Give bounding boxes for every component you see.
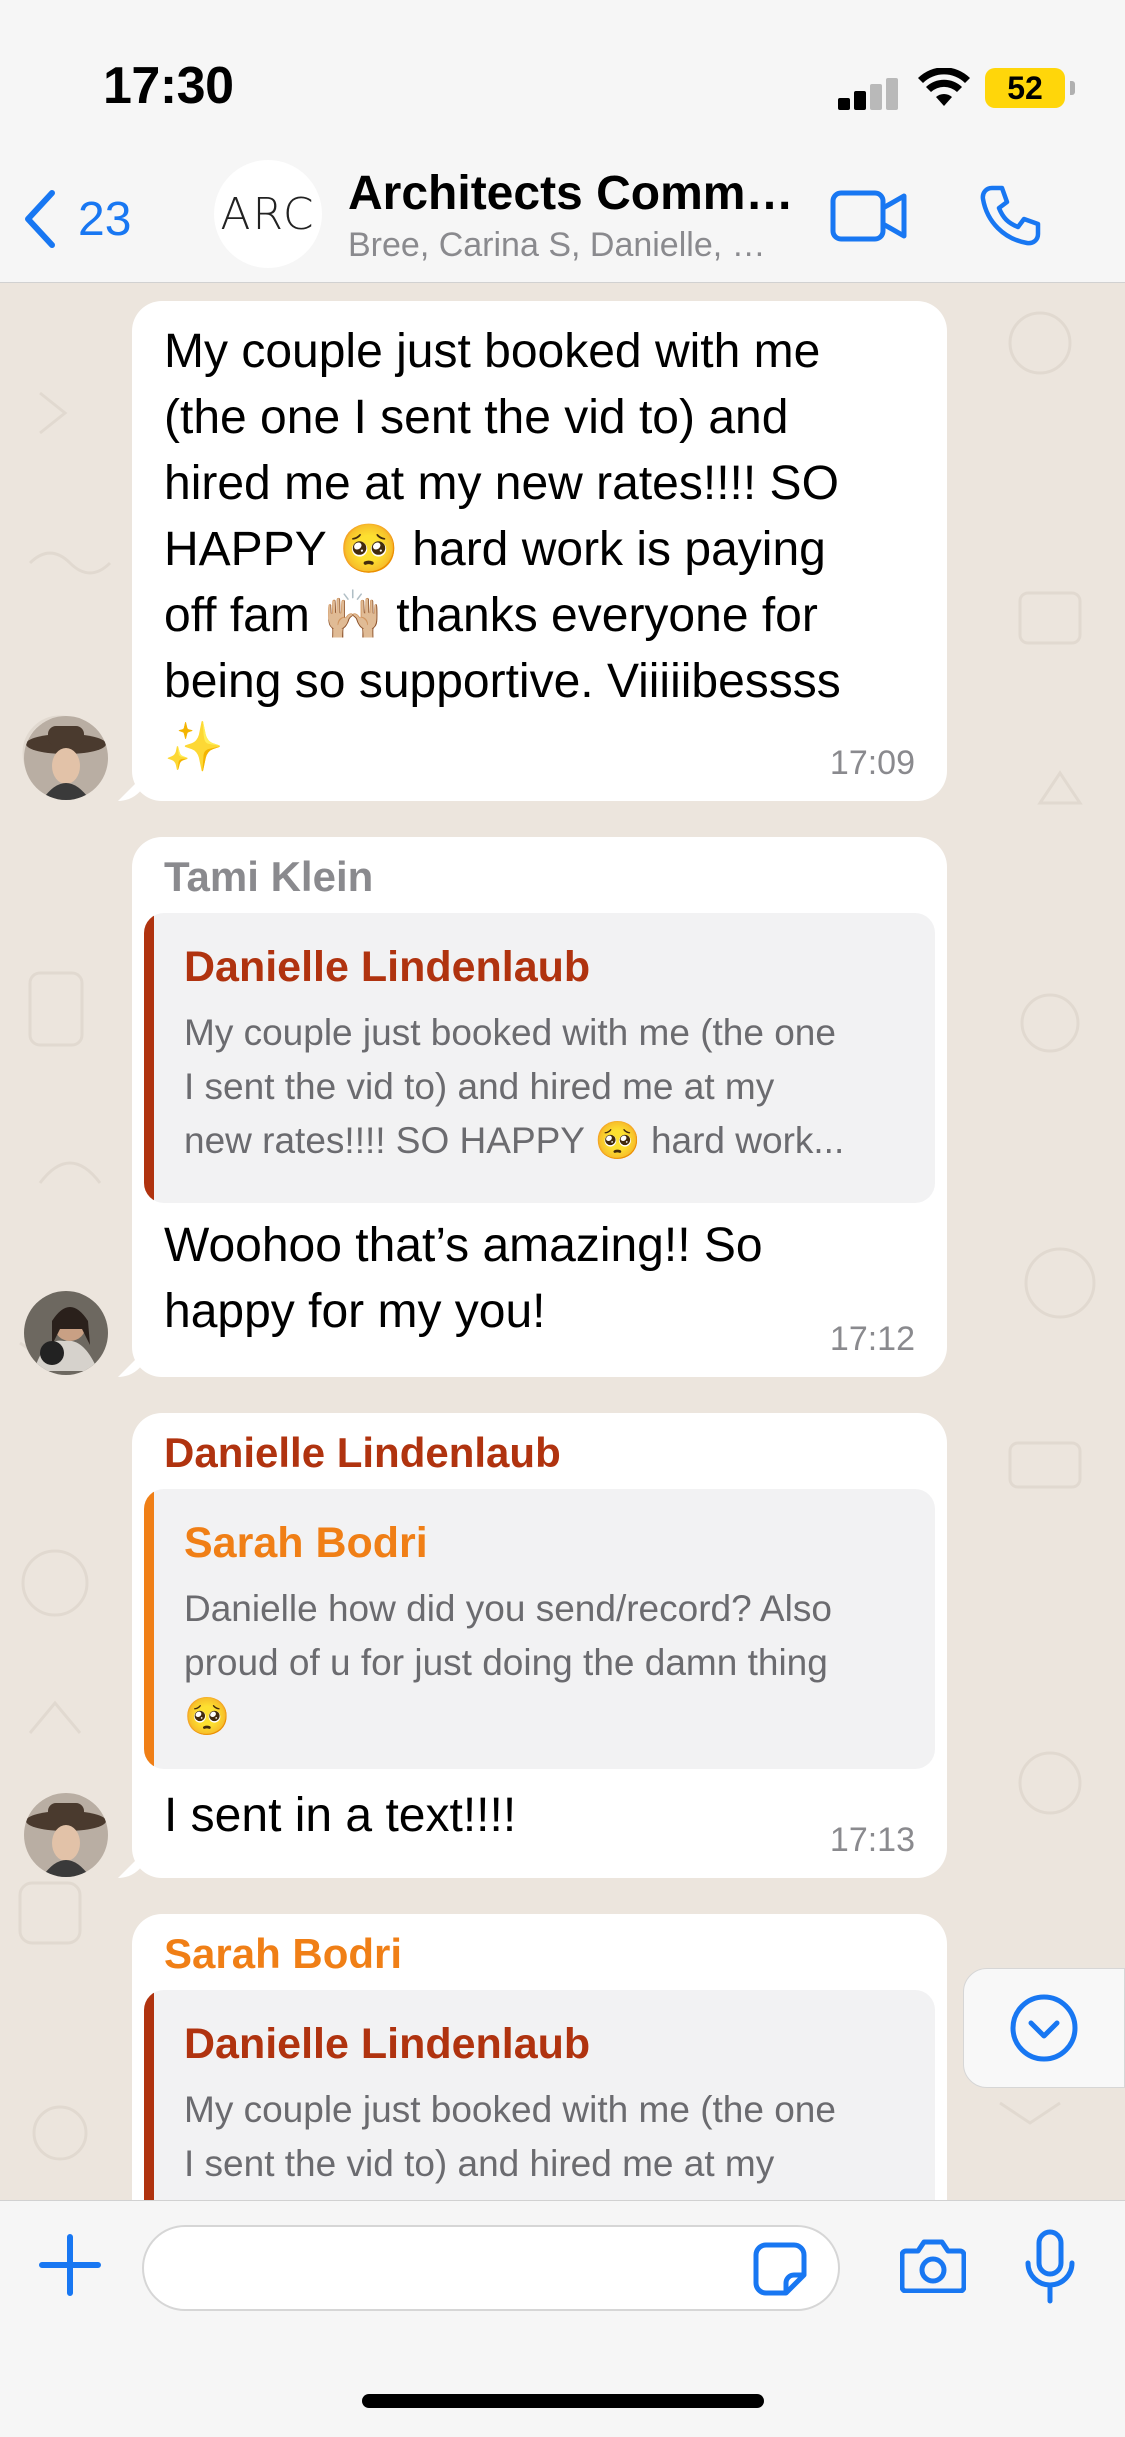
quote-line: Danielle how did you send/record? Also <box>184 1588 832 1629</box>
quoted-sender: Sarah Bodri <box>184 1519 428 1567</box>
message-text: My couple just booked with me (the one I… <box>132 301 947 781</box>
video-camera-icon <box>830 190 907 242</box>
wifi-icon <box>918 67 970 113</box>
quote-line: My couple just booked with me (the one <box>184 1012 836 1053</box>
sender-name: Sarah Bodri <box>164 1930 403 1977</box>
message-text: Woohoo that’s amazing!! So happy for my … <box>132 1203 947 1345</box>
chevron-left-icon <box>25 190 55 248</box>
quoted-sender: Danielle Lindenlaub <box>184 2020 591 2068</box>
chat-participants[interactable]: Bree, Carina S, Danielle, Sarah, Tami <box>348 226 788 265</box>
avatar-danielle[interactable] <box>24 1793 108 1877</box>
quote-bar <box>144 1489 154 1769</box>
plus-icon <box>39 2234 101 2296</box>
cellular-signal-icon <box>838 78 898 110</box>
message-composer <box>0 2200 1125 2437</box>
message-bubble[interactable]: Danielle Lindenlaub Sarah Bodri Danielle… <box>132 1413 947 1878</box>
quoted-text: Danielle how did you send/record? Also p… <box>144 1568 935 1744</box>
message-input[interactable] <box>142 2225 840 2311</box>
quoted-message[interactable]: Danielle Lindenlaub My couple just booke… <box>144 913 935 1203</box>
message-line: happy for my you! <box>164 1285 546 1338</box>
sender-name: Tami Klein <box>164 853 374 900</box>
message-line: HAPPY 🥺 hard work is paying <box>164 523 826 576</box>
quoted-text: My couple just booked with me (the one I… <box>144 992 935 1168</box>
message-line: off fam 🙌🏼 thanks everyone for <box>164 589 818 642</box>
message-text: I sent in a text!!!! <box>132 1769 947 1849</box>
message-line: Woohoo that’s amazing!! So <box>164 1219 763 1272</box>
group-avatar[interactable]: ARC <box>214 160 322 268</box>
scroll-to-bottom-button[interactable] <box>963 1968 1125 2088</box>
voice-call-button[interactable] <box>978 184 1042 253</box>
quote-bar <box>144 1990 154 2200</box>
attach-button[interactable] <box>38 2233 102 2302</box>
video-call-button[interactable] <box>830 188 908 249</box>
sender-name: Danielle Lindenlaub <box>164 1429 561 1476</box>
status-bar: 17:30 52 <box>0 0 1125 160</box>
unread-count: 23 <box>78 192 132 246</box>
chevron-down-circle-icon <box>1010 1994 1078 2062</box>
quoted-sender: Danielle Lindenlaub <box>184 943 591 991</box>
message-bubble[interactable]: My couple just booked with me (the one I… <box>132 301 947 801</box>
message-line: ✨ <box>164 721 224 774</box>
message-line: being so supportive. Viiiiibessss <box>164 655 841 708</box>
chat-title[interactable]: Architects Community <box>348 166 798 221</box>
battery-icon: 52 <box>985 68 1075 108</box>
back-button[interactable]: 23 <box>20 184 131 254</box>
quote-line: proud of u for just doing the damn thing <box>184 1642 828 1683</box>
message-timestamp: 17:13 <box>829 1821 915 1859</box>
message-line: I sent in a text!!!! <box>164 1789 517 1842</box>
camera-icon <box>899 2239 967 2294</box>
home-indicator <box>362 2394 764 2408</box>
message-timestamp: 17:09 <box>829 744 915 782</box>
message-bubble[interactable]: Sarah Bodri Danielle Lindenlaub My coupl… <box>132 1914 947 2200</box>
microphone-button[interactable] <box>1022 2229 1078 2310</box>
status-time: 17:30 <box>103 57 234 115</box>
camera-button[interactable] <box>899 2237 967 2298</box>
quote-line: 🥺 <box>184 1696 231 1737</box>
avatar-danielle[interactable] <box>24 716 108 800</box>
message-timestamp: 17:12 <box>829 1320 915 1358</box>
microphone-icon <box>1025 2229 1075 2304</box>
quote-line: I sent the vid to) and hired me at my <box>184 2143 775 2184</box>
quote-line: My couple just booked with me (the one <box>184 2089 836 2130</box>
message-line: (the one I sent the vid to) and <box>164 391 789 444</box>
message-line: hired me at my new rates!!!! SO <box>164 457 839 510</box>
quoted-message[interactable]: Sarah Bodri Danielle how did you send/re… <box>144 1489 935 1769</box>
avatar-tami[interactable] <box>24 1291 108 1375</box>
sticker-icon <box>753 2242 807 2296</box>
quote-line: new rates!!!! SO HAPPY 🥺 hard work... <box>184 1120 845 1161</box>
quote-line: I sent the vid to) and hired me at my <box>184 1066 775 1107</box>
message-list[interactable]: My couple just booked with me (the one I… <box>0 283 1125 2200</box>
quoted-text: My couple just booked with me (the one I… <box>144 2069 935 2191</box>
chat-header: 23 ARC Architects Community Bree, Carina… <box>0 160 1125 283</box>
phone-icon <box>980 185 1041 246</box>
quote-bar <box>144 913 154 1203</box>
message-bubble[interactable]: Tami Klein Danielle Lindenlaub My couple… <box>132 837 947 1377</box>
message-line: My couple just booked with me <box>164 325 821 378</box>
quoted-message[interactable]: Danielle Lindenlaub My couple just booke… <box>144 1990 935 2200</box>
sticker-button[interactable] <box>752 2241 808 2302</box>
